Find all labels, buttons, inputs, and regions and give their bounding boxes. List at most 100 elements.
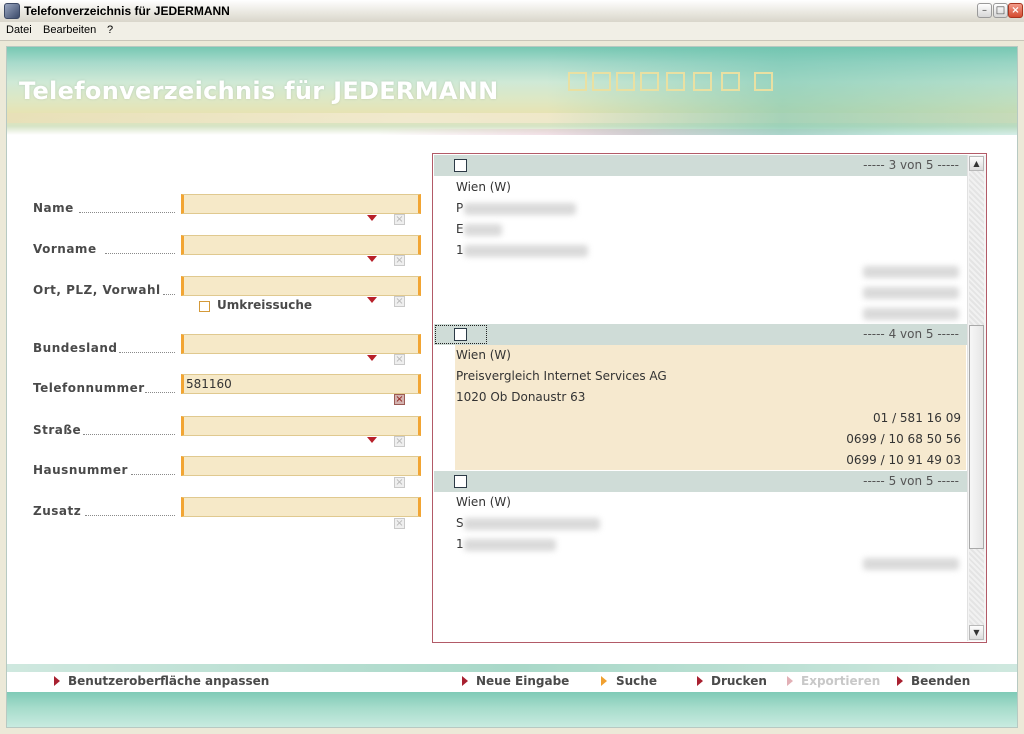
label-leader — [119, 351, 175, 353]
bundesland-input[interactable] — [181, 334, 421, 354]
vorname-clear-icon[interactable]: × — [394, 255, 405, 266]
result-phone: 01 / 581 16 09 — [872, 411, 961, 425]
telefonnummer-input[interactable]: 581160 — [181, 374, 421, 394]
maximize-button[interactable]: □ — [993, 3, 1008, 18]
name-dropdown-icon[interactable] — [367, 215, 377, 221]
arrow-right-icon — [601, 676, 607, 686]
results-list[interactable]: ----- 3 von 5 ----- Wien (W) P E 1 -----… — [432, 153, 987, 643]
vorname-input[interactable] — [181, 235, 421, 255]
result-header: ----- 5 von 5 ----- — [434, 471, 967, 492]
arrow-right-icon — [697, 676, 703, 686]
ort-clear-icon[interactable]: × — [394, 296, 405, 307]
name-input[interactable] — [181, 194, 421, 214]
window-title: Telefonverzeichnis für JEDERMANN — [24, 4, 230, 18]
result-phone: 0699 / 10 91 49 03 — [846, 453, 961, 467]
result-name: Preisvergleich Internet Services AG — [456, 369, 667, 383]
arrow-right-icon — [54, 676, 60, 686]
results-scrollbar[interactable]: ▲ ▼ — [967, 155, 986, 641]
strasse-clear-icon[interactable]: × — [394, 436, 405, 447]
bottom-nav: Benutzeroberfläche anpassen Neue Eingabe… — [7, 672, 1017, 690]
label-leader — [85, 514, 175, 516]
banner-square-icon — [754, 72, 773, 91]
export-button[interactable]: Exportieren — [801, 674, 880, 688]
scroll-up-icon[interactable]: ▲ — [969, 156, 984, 171]
label-strasse: Straße — [33, 423, 82, 437]
label-leader — [131, 473, 175, 475]
exit-button[interactable]: Beenden — [911, 674, 970, 688]
result-header: ----- 3 von 5 ----- — [434, 155, 967, 176]
new-entry-button[interactable]: Neue Eingabe — [476, 674, 569, 688]
result-name: S — [456, 516, 464, 530]
redacted-phone — [863, 308, 959, 320]
banner-square-icon — [592, 72, 611, 91]
bottom-stripe — [7, 664, 1017, 672]
telefonnummer-clear-icon[interactable]: × — [394, 394, 405, 405]
label-leader — [145, 391, 175, 393]
result-select-checkbox[interactable] — [454, 328, 467, 341]
hausnummer-clear-icon[interactable]: × — [394, 477, 405, 488]
search-button[interactable]: Suche — [616, 674, 657, 688]
bundesland-dropdown-icon[interactable] — [367, 355, 377, 361]
umkreissuche-checkbox[interactable] — [199, 301, 210, 312]
umkreissuche-label[interactable]: Umkreissuche — [217, 298, 312, 312]
result-line: E — [456, 222, 464, 236]
label-leader — [83, 433, 175, 435]
result-name: P — [456, 201, 464, 215]
banner-square-icon — [666, 72, 685, 91]
result-header: ----- 4 von 5 ----- — [434, 324, 967, 345]
result-address: 1020 Ob Donaustr 63 — [456, 390, 586, 404]
menu-help[interactable]: ? — [107, 24, 113, 36]
result-counter: ----- 4 von 5 ----- — [863, 327, 959, 341]
menu-datei[interactable]: Datei — [6, 24, 32, 36]
ort-plz-vorwahl-input[interactable] — [181, 276, 421, 296]
redacted-phone — [863, 287, 959, 299]
close-button[interactable]: × — [1008, 3, 1023, 18]
result-counter: ----- 3 von 5 ----- — [863, 158, 959, 172]
label-leader — [163, 293, 175, 295]
banner-square-icon — [568, 72, 587, 91]
result-counter: ----- 5 von 5 ----- — [863, 474, 959, 488]
redacted-text — [464, 245, 588, 257]
result-select-checkbox[interactable] — [454, 475, 467, 488]
vorname-dropdown-icon[interactable] — [367, 256, 377, 262]
scroll-thumb[interactable] — [969, 325, 984, 549]
strasse-dropdown-icon[interactable] — [367, 437, 377, 443]
label-leader — [105, 252, 175, 254]
banner-square-icon — [693, 72, 712, 91]
menu-bearbeiten[interactable]: Bearbeiten — [43, 24, 96, 36]
customize-ui-link[interactable]: Benutzeroberfläche anpassen — [68, 674, 269, 688]
app-icon[interactable] — [4, 3, 20, 19]
label-telefonnummer: Telefonnummer — [33, 381, 145, 395]
label-hausnummer: Hausnummer — [33, 463, 128, 477]
label-zusatz: Zusatz — [33, 504, 82, 518]
arrow-right-icon — [787, 676, 793, 686]
arrow-right-icon — [462, 676, 468, 686]
scroll-down-icon[interactable]: ▼ — [969, 625, 984, 640]
result-region: Wien (W) — [456, 495, 511, 509]
strasse-input[interactable] — [181, 416, 421, 436]
print-button[interactable]: Drucken — [711, 674, 767, 688]
result-select-checkbox[interactable] — [454, 159, 467, 172]
label-leader — [79, 211, 175, 213]
redacted-text — [464, 203, 576, 215]
selected-result-highlight[interactable] — [455, 345, 966, 470]
redacted-phone — [863, 558, 959, 570]
page-title: Telefonverzeichnis für JEDERMANN — [19, 77, 499, 105]
result-region: Wien (W) — [456, 348, 511, 362]
minimize-button[interactable]: – — [977, 3, 992, 18]
bundesland-clear-icon[interactable]: × — [394, 354, 405, 365]
footer-band — [7, 692, 1017, 727]
label-bundesland: Bundesland — [33, 341, 118, 355]
banner-square-icon — [616, 72, 635, 91]
name-clear-icon[interactable]: × — [394, 214, 405, 225]
result-phone: 0699 / 10 68 50 56 — [846, 432, 961, 446]
hausnummer-input[interactable] — [181, 456, 421, 476]
zusatz-input[interactable] — [181, 497, 421, 517]
zusatz-clear-icon[interactable]: × — [394, 518, 405, 529]
label-name: Name — [33, 201, 74, 215]
result-region: Wien (W) — [456, 180, 511, 194]
banner-overlay — [547, 47, 1017, 135]
ort-dropdown-icon[interactable] — [367, 297, 377, 303]
title-bar: Telefonverzeichnis für JEDERMANN – □ × — [0, 0, 1024, 23]
result-address: 1 — [456, 243, 464, 257]
